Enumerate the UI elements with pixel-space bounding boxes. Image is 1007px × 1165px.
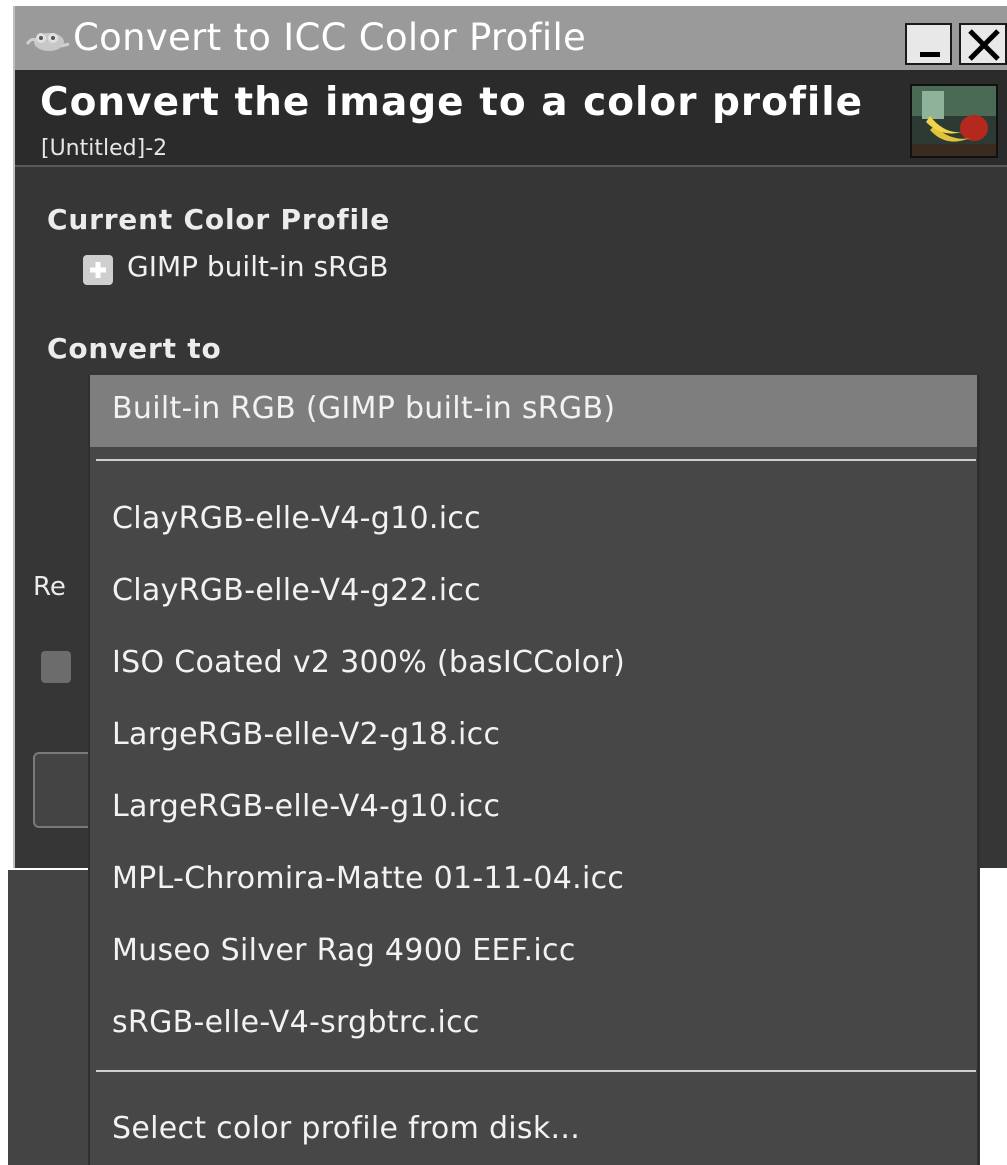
menu-item-profile[interactable]: sRGB-elle-V4-srgbtrc.icc	[90, 989, 977, 1059]
menu-separator	[96, 1070, 976, 1072]
close-button[interactable]	[959, 23, 1007, 65]
menu-item-profile[interactable]: ClayRGB-elle-V4-g22.icc	[90, 557, 977, 627]
close-icon	[968, 29, 1000, 61]
menu-item-profile[interactable]: Museo Silver Rag 4900 EEF.icc	[90, 917, 977, 987]
current-profile-label: Current Color Profile	[47, 203, 391, 236]
rendering-intent-label: Re	[33, 572, 66, 602]
menu-item-label: ISO Coated v2 300% (basICColor)	[112, 645, 626, 680]
menu-item-select-from-disk[interactable]: Select color profile from disk...	[90, 1095, 977, 1165]
current-profile-name: GIMP built-in sRGB	[127, 250, 389, 283]
bg-checkbox[interactable]	[41, 651, 71, 683]
header-title: Convert the image to a color profile	[40, 80, 864, 125]
menu-item-profile[interactable]: ISO Coated v2 300% (basICColor)	[90, 629, 977, 699]
menu-item-builtin-rgb[interactable]: Built-in RGB (GIMP built-in sRGB)	[90, 375, 977, 447]
menu-item-profile[interactable]: LargeRGB-elle-V2-g18.icc	[90, 701, 977, 771]
menu-item-profile[interactable]: LargeRGB-elle-V4-g10.icc	[90, 773, 977, 843]
menu-item-label: MPL-Chromira-Matte 01-11-04.icc	[112, 861, 625, 896]
menu-item-label: Select color profile from disk...	[112, 1111, 581, 1146]
convert-to-label: Convert to	[47, 332, 222, 365]
menu-item-label: LargeRGB-elle-V2-g18.icc	[112, 717, 501, 752]
title-bar[interactable]: Convert to ICC Color Profile	[15, 6, 1007, 72]
menu-item-profile[interactable]: ClayRGB-elle-V4-g10.icc	[90, 485, 977, 555]
menu-item-label: Built-in RGB (GIMP built-in sRGB)	[112, 391, 616, 426]
image-thumbnail	[910, 84, 998, 158]
image-name: [Untitled]-2	[41, 136, 168, 161]
menu-item-label: LargeRGB-elle-V4-g10.icc	[112, 789, 501, 824]
dialog-header: Convert the image to a color profile [Un…	[15, 72, 1007, 167]
image-thumbnail-icon	[912, 86, 996, 156]
menu-item-label: ClayRGB-elle-V4-g22.icc	[112, 573, 481, 608]
menu-item-label: Museo Silver Rag 4900 EEF.icc	[112, 933, 576, 968]
minimize-icon	[920, 52, 940, 57]
menu-item-label: sRGB-elle-V4-srgbtrc.icc	[112, 1005, 480, 1040]
menu-separator	[96, 459, 976, 461]
plus-icon	[90, 262, 106, 278]
menu-item-profile[interactable]: MPL-Chromira-Matte 01-11-04.icc	[90, 845, 977, 915]
menu-item-label: ClayRGB-elle-V4-g10.icc	[112, 501, 481, 536]
window-title: Convert to ICC Color Profile	[73, 16, 587, 59]
background-area	[8, 870, 90, 1165]
gimp-logo-icon	[25, 33, 70, 51]
minimize-button[interactable]	[905, 23, 952, 65]
profile-expander[interactable]	[83, 255, 113, 285]
profile-dropdown-menu: Built-in RGB (GIMP built-in sRGB) ClayRG…	[88, 375, 980, 1165]
